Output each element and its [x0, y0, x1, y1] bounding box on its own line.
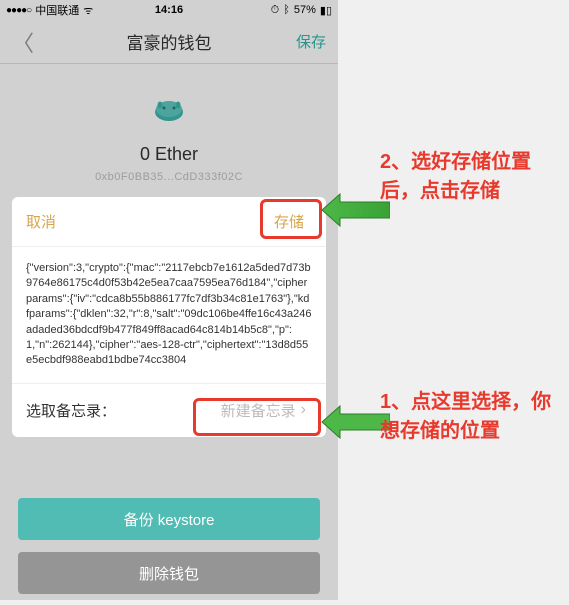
annotation-2: 2、选好存储位置后，点击存储	[380, 148, 569, 206]
memo-label: 选取备忘录：	[26, 400, 116, 421]
phone-frame: ●●●●○ 中国联通 ᯤ 14:16 ⏱ ᛒ 57% ▮▯ 〈 富豪的钱包 保存	[0, 0, 338, 600]
keystore-json: {"version":3,"crypto":{"mac":"2117ebcb7e…	[12, 247, 326, 384]
annotation-1: 1、点这里选择，你想存储的位置	[380, 388, 569, 446]
chevron-right-icon: ›	[301, 401, 306, 419]
delete-label: 删除钱包	[139, 563, 199, 584]
sheet-header: 取消 存储	[12, 197, 326, 247]
export-sheet: 取消 存储 {"version":3,"crypto":{"mac":"2117…	[12, 197, 326, 437]
backup-keystore-button[interactable]: 备份 keystore	[18, 498, 320, 540]
delete-wallet-button[interactable]: 删除钱包	[18, 552, 320, 594]
store-button[interactable]: 存储	[266, 209, 312, 234]
memo-select-button[interactable]: 新建备忘录 ›	[215, 398, 312, 423]
memo-select-label: 新建备忘录	[221, 400, 296, 421]
memo-row: 选取备忘录： 新建备忘录 ›	[12, 384, 326, 437]
backup-label: 备份 keystore	[124, 509, 215, 530]
cancel-button[interactable]: 取消	[26, 211, 56, 232]
